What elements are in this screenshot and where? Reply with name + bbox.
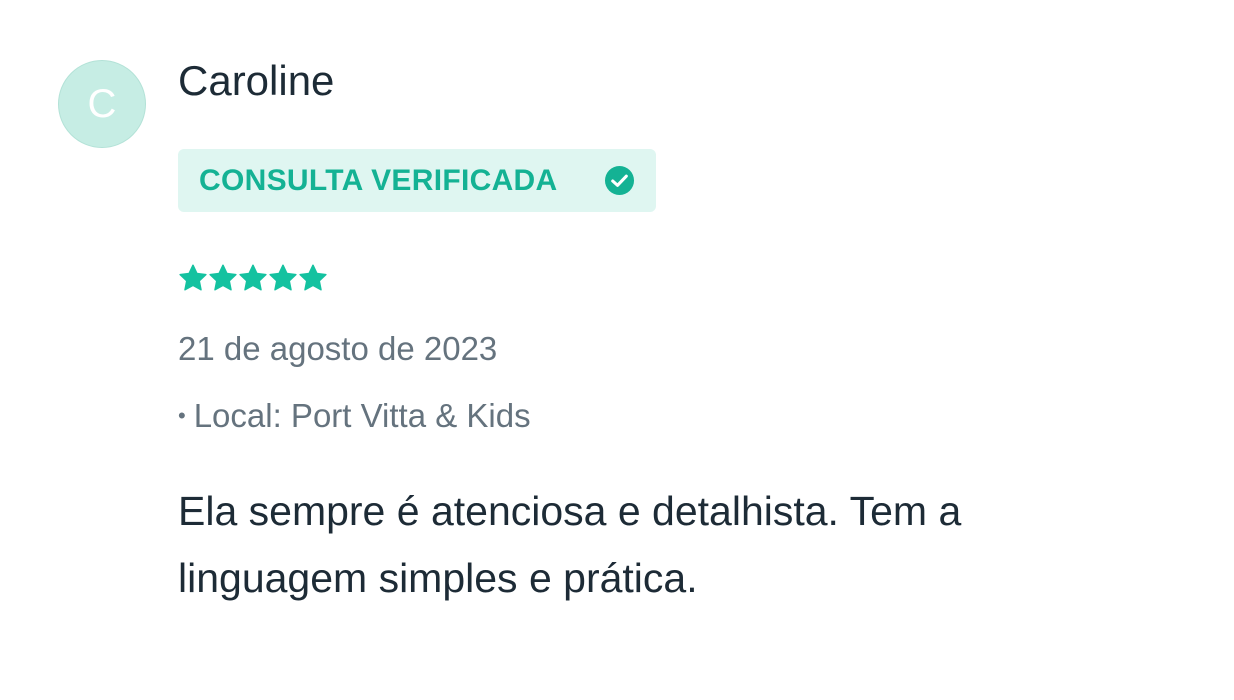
- review-location: • Local: Port Vitta & Kids: [178, 396, 531, 436]
- star-icon: [239, 264, 267, 291]
- star-icon: [269, 264, 297, 291]
- star-rating: [178, 263, 328, 295]
- star-icon: [209, 264, 237, 291]
- location-text: Local: Port Vitta & Kids: [193, 397, 531, 434]
- avatar[interactable]: C: [58, 60, 146, 148]
- location-bullet: •: [178, 403, 186, 428]
- star-icon: [299, 264, 327, 291]
- review-comment: Ela sempre é atenciosa e detalhista. Tem…: [178, 488, 962, 601]
- check-circle-icon: [604, 165, 635, 196]
- verified-badge-label: CONSULTA VERIFICADA: [199, 163, 558, 197]
- author-name: Caroline: [178, 57, 335, 104]
- review-date: 21 de agosto de 2023: [178, 330, 498, 367]
- star-icon: [179, 264, 207, 291]
- review-card: C Caroline CONSULTA VERIFICADA 21 de ago…: [0, 0, 1234, 700]
- verified-badge: CONSULTA VERIFICADA: [178, 149, 656, 212]
